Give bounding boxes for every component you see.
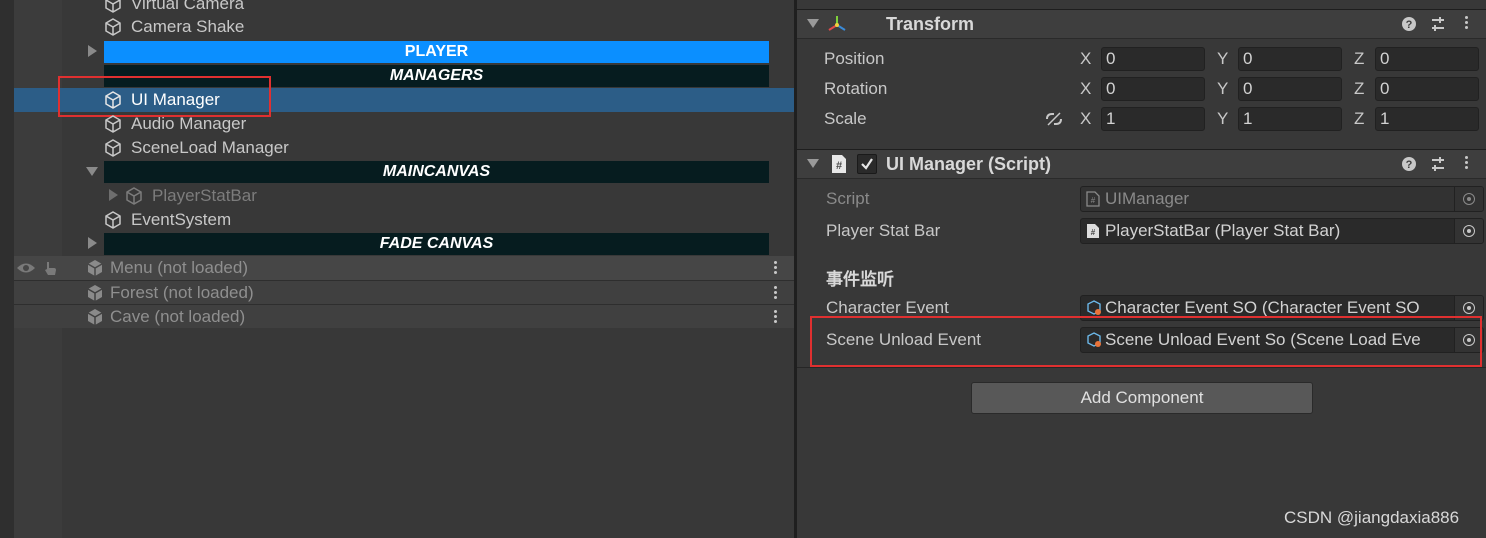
csharp-script-icon: # bbox=[832, 155, 846, 173]
help-icon[interactable]: ? bbox=[1401, 16, 1417, 32]
more-options-icon[interactable] bbox=[774, 286, 778, 301]
constrain-proportions-icon[interactable] bbox=[1044, 110, 1064, 128]
object-picker-button[interactable] bbox=[1454, 219, 1483, 243]
checkmark-icon bbox=[861, 158, 873, 170]
expand-arrow-icon[interactable] bbox=[109, 189, 118, 201]
hierarchy-item-label: Camera Shake bbox=[131, 17, 245, 36]
rotation-z-field[interactable]: 0 bbox=[1375, 77, 1479, 101]
more-options-icon[interactable] bbox=[774, 310, 778, 325]
scene-icon bbox=[87, 260, 103, 276]
gameobject-cube-icon bbox=[105, 18, 121, 36]
svg-text:#: # bbox=[1091, 196, 1096, 205]
hierarchy-item-label: PlayerStatBar bbox=[152, 186, 257, 205]
help-icon[interactable]: ? bbox=[1401, 156, 1417, 172]
enabled-checkbox[interactable] bbox=[857, 154, 877, 174]
expand-arrow-icon[interactable] bbox=[88, 45, 97, 57]
pick-hand-icon[interactable] bbox=[42, 260, 58, 276]
position-x-field[interactable]: 0 bbox=[1101, 47, 1205, 71]
rotation-x-field[interactable]: 0 bbox=[1101, 77, 1205, 101]
scene-label: Cave (not loaded) bbox=[110, 307, 246, 326]
more-options-icon[interactable] bbox=[1465, 156, 1469, 171]
add-component-button[interactable]: Add Component bbox=[971, 382, 1313, 414]
script-object-field: # UIManager bbox=[1080, 186, 1484, 212]
axis-label-z: Z bbox=[1354, 109, 1365, 128]
rotation-y-field[interactable]: 0 bbox=[1238, 77, 1342, 101]
svg-text:?: ? bbox=[1406, 19, 1413, 31]
hierarchy-header-fade-canvas[interactable]: FADE CANVAS bbox=[104, 233, 769, 255]
scene-row-forest[interactable]: Forest (not loaded) bbox=[14, 280, 794, 304]
collapse-arrow-icon[interactable] bbox=[807, 159, 819, 168]
collapse-arrow-icon[interactable] bbox=[807, 19, 819, 28]
hierarchy-item-label: SceneLoad Manager bbox=[131, 138, 289, 157]
highlight-box-scene-unload-event bbox=[810, 316, 1482, 367]
hierarchy-item-label: EventSystem bbox=[131, 210, 232, 229]
scriptable-object-icon bbox=[1087, 300, 1101, 315]
position-y-field[interactable]: 0 bbox=[1238, 47, 1342, 71]
more-options-icon[interactable] bbox=[1465, 16, 1469, 31]
component-title: Transform bbox=[886, 14, 975, 34]
axis-label-z: Z bbox=[1354, 79, 1365, 98]
scale-x-field[interactable]: 1 bbox=[1101, 107, 1205, 131]
scene-row-menu[interactable]: Menu (not loaded) bbox=[14, 256, 794, 280]
transform-axes-icon bbox=[828, 16, 846, 31]
position-z-field[interactable]: 0 bbox=[1375, 47, 1479, 71]
player-stat-bar-object-field[interactable]: # PlayerStatBar (Player Stat Bar) bbox=[1080, 218, 1484, 244]
axis-label-x: X bbox=[1080, 49, 1092, 68]
hierarchy-header-player[interactable]: PLAYER bbox=[104, 41, 769, 63]
script-file-icon: # bbox=[1087, 224, 1099, 238]
preset-sliders-icon[interactable] bbox=[1430, 156, 1446, 172]
object-picker-button bbox=[1454, 187, 1483, 211]
gameobject-cube-icon bbox=[126, 187, 142, 205]
scene-row-cave[interactable]: Cave (not loaded) bbox=[14, 304, 794, 328]
axis-label-y: Y bbox=[1217, 49, 1229, 68]
gameobject-cube-icon bbox=[105, 115, 121, 133]
hierarchy-item-label: Audio Manager bbox=[131, 114, 247, 133]
axis-label-z: Z bbox=[1354, 49, 1365, 68]
scale-z-field[interactable]: 1 bbox=[1375, 107, 1479, 131]
scene-icon bbox=[87, 285, 103, 301]
gameobject-cube-icon bbox=[105, 139, 121, 157]
property-label-position: Position bbox=[824, 49, 885, 68]
hierarchy-item-label: Virtual Camera bbox=[131, 0, 245, 13]
highlight-box-ui-manager bbox=[58, 76, 271, 117]
property-label-scale: Scale bbox=[824, 109, 867, 128]
scene-label: Forest (not loaded) bbox=[110, 283, 254, 302]
expand-arrow-icon[interactable] bbox=[88, 237, 97, 249]
gameobject-cube-icon bbox=[105, 0, 121, 13]
component-title: UI Manager (Script) bbox=[886, 154, 1052, 174]
preset-sliders-icon[interactable] bbox=[1430, 16, 1446, 32]
inspector-panel: Transform ? Position X 0 Y 0 Z 0 Rotatio… bbox=[797, 0, 1486, 538]
scene-label: Menu (not loaded) bbox=[110, 258, 248, 277]
object-field-value: UIManager bbox=[1105, 189, 1190, 208]
collapse-arrow-icon[interactable] bbox=[86, 167, 98, 176]
script-file-icon: # bbox=[1086, 191, 1100, 207]
scene-icon bbox=[87, 309, 103, 325]
transform-component-header[interactable]: Transform ? bbox=[797, 9, 1486, 39]
property-label-player-stat-bar: Player Stat Bar bbox=[826, 221, 941, 240]
axis-label-x: X bbox=[1080, 109, 1092, 128]
script-component-header[interactable]: # UI Manager (Script) ? bbox=[797, 149, 1486, 179]
hierarchy-header-maincanvas[interactable]: MAINCANVAS bbox=[104, 161, 769, 183]
hierarchy-left-strip bbox=[0, 0, 14, 538]
property-label-script: Script bbox=[826, 189, 870, 208]
axis-label-x: X bbox=[1080, 79, 1092, 98]
property-label-rotation: Rotation bbox=[824, 79, 888, 98]
more-options-icon[interactable] bbox=[774, 261, 778, 276]
svg-text:#: # bbox=[1091, 228, 1096, 237]
scale-y-field[interactable]: 1 bbox=[1238, 107, 1342, 131]
gameobject-cube-icon bbox=[105, 211, 121, 229]
svg-text:?: ? bbox=[1406, 159, 1413, 171]
watermark-text: CSDN @jiangdaxia886 bbox=[1284, 508, 1460, 527]
section-header-event-listeners: 事件监听 bbox=[826, 270, 894, 290]
eye-icon[interactable] bbox=[16, 262, 36, 274]
object-field-value: PlayerStatBar (Player Stat Bar) bbox=[1105, 221, 1341, 240]
hierarchy-panel: Virtual Camera Camera Shake PLAYER MANAG… bbox=[0, 0, 794, 538]
axis-label-y: Y bbox=[1217, 109, 1229, 128]
component-separator bbox=[797, 367, 1486, 368]
axis-label-y: Y bbox=[1217, 79, 1229, 98]
svg-text:#: # bbox=[836, 160, 842, 172]
